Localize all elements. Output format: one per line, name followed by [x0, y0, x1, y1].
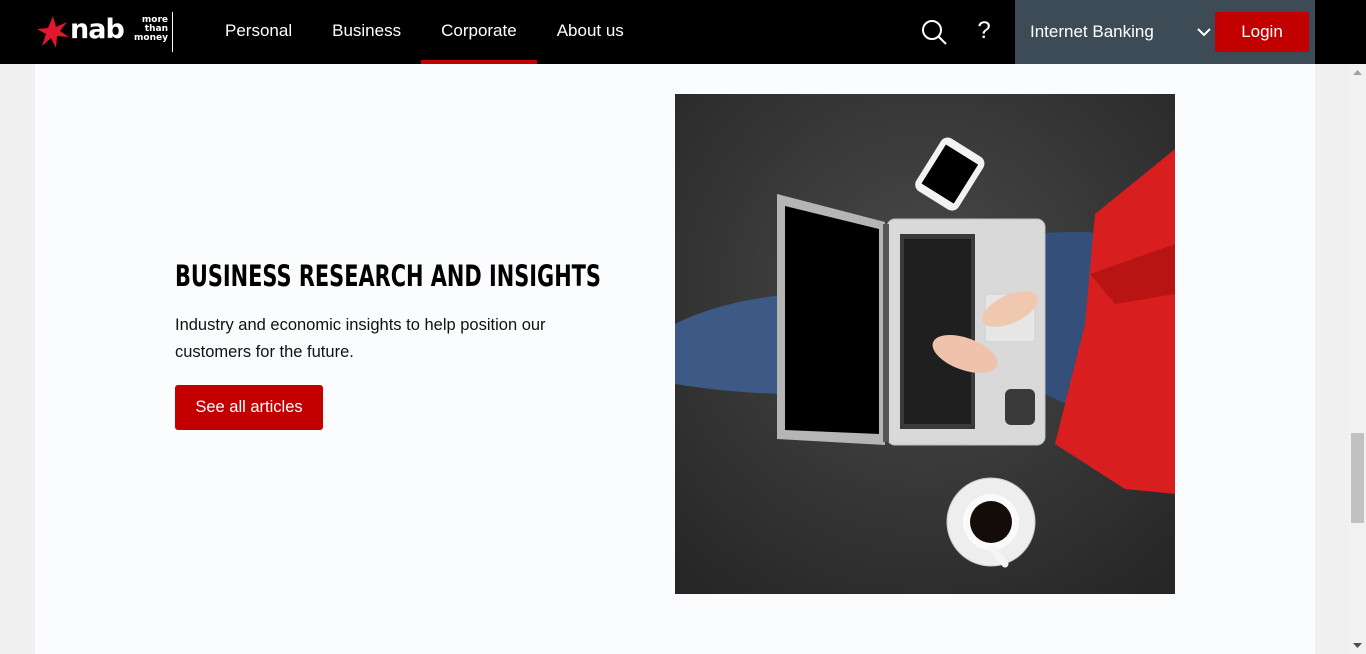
main-nav: Personal Business Corporate About us — [205, 0, 644, 64]
scroll-up-arrow-icon[interactable] — [1349, 64, 1366, 81]
login-button[interactable]: Login — [1215, 12, 1309, 52]
vertical-scrollbar[interactable] — [1349, 64, 1366, 654]
search-icon[interactable] — [920, 18, 948, 46]
section-heading: BUSINESS RESEARCH AND INSIGHTS — [175, 259, 601, 293]
section-description: Industry and economic insights to help p… — [175, 316, 546, 361]
nav-item-about-us[interactable]: About us — [537, 0, 644, 64]
nav-item-corporate[interactable]: Corporate — [421, 0, 537, 64]
see-all-articles-button[interactable]: See all articles — [175, 385, 323, 430]
scroll-down-arrow-icon[interactable] — [1349, 637, 1366, 654]
help-icon[interactable]: ? — [970, 14, 998, 48]
scrollbar-thumb[interactable] — [1351, 433, 1364, 523]
internet-banking-select[interactable]: Internet Banking — [1030, 0, 1220, 64]
nab-star-icon — [37, 16, 69, 48]
laptop-photo — [675, 94, 1175, 594]
logo-divider — [172, 12, 173, 52]
top-navigation-bar: nab more than money Personal Business Co… — [0, 0, 1366, 64]
internet-banking-panel: Internet Banking Login — [1015, 0, 1315, 64]
logo-tagline-line: money — [134, 33, 168, 43]
nab-logo[interactable]: nab more than money — [36, 12, 176, 52]
nav-item-business[interactable]: Business — [312, 0, 421, 64]
logo-wordmark: nab — [70, 14, 125, 45]
chevron-down-icon — [1197, 28, 1211, 37]
nav-item-personal[interactable]: Personal — [205, 0, 312, 64]
internet-banking-label: Internet Banking — [1030, 22, 1154, 41]
insights-section: BUSINESS RESEARCH AND INSIGHTS Industry … — [35, 64, 1315, 654]
logo-tagline: more than money — [132, 16, 168, 43]
